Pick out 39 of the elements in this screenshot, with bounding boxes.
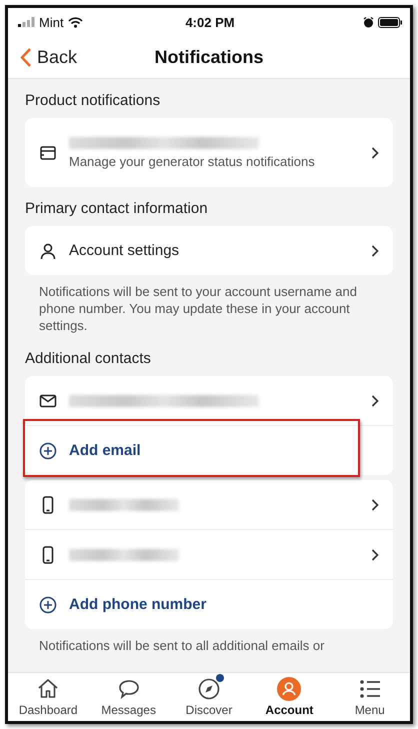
section-heading: Primary contact information	[25, 200, 209, 217]
signal-icon	[18, 17, 35, 27]
tab-bar-item[interactable]: Dashboard	[8, 673, 88, 721]
tab-bar-item[interactable]: Messages	[88, 673, 169, 721]
page-title: Notifications	[154, 46, 264, 66]
section-heading: Product notifications	[25, 92, 162, 109]
tab-bar-item[interactable]: Account	[249, 673, 330, 721]
battery-icon	[378, 16, 402, 28]
tab-bar-item[interactable]: Discover	[168, 673, 250, 721]
tab-bar-item[interactable]: Menu	[330, 673, 410, 721]
compass-icon	[197, 677, 222, 701]
row-subtitle: Manage your generator status notifications	[69, 154, 316, 168]
chevron-right-icon	[371, 548, 379, 560]
home-icon	[36, 677, 60, 701]
back-chevron-icon	[20, 48, 31, 66]
account-icon	[277, 677, 302, 701]
person-icon	[39, 242, 57, 260]
chevron-right-icon	[371, 146, 379, 158]
section-heading: Additional contacts	[25, 350, 152, 367]
menu-icon	[358, 677, 382, 701]
chevron-right-icon	[371, 244, 379, 256]
add-link[interactable]: Add phone number	[69, 596, 206, 613]
info-text: Notifications will be sent to your account username and phone number. You may update these in your account settings.	[39, 283, 358, 334]
row-label: Account settings	[69, 242, 180, 259]
add-icon	[39, 596, 57, 614]
chat-bubble-icon	[116, 677, 141, 701]
add-icon	[39, 442, 57, 460]
add-link[interactable]: Add email	[69, 442, 141, 459]
chevron-right-icon	[371, 498, 379, 510]
wifi-icon	[68, 16, 83, 28]
back-button[interactable]: Back	[8, 46, 90, 68]
alarm-icon	[363, 16, 374, 28]
chevron-right-icon	[371, 394, 379, 406]
status-time: 4:02 PM	[185, 14, 235, 30]
list-row[interactable]: Manage your generator status notifications	[25, 118, 393, 187]
list-row[interactable]: Account settings	[25, 226, 393, 275]
printer-icon	[39, 144, 57, 162]
info-text: Notifications will be sent to all additional emails or	[39, 637, 326, 654]
carrier-name: Mint	[39, 14, 64, 30]
